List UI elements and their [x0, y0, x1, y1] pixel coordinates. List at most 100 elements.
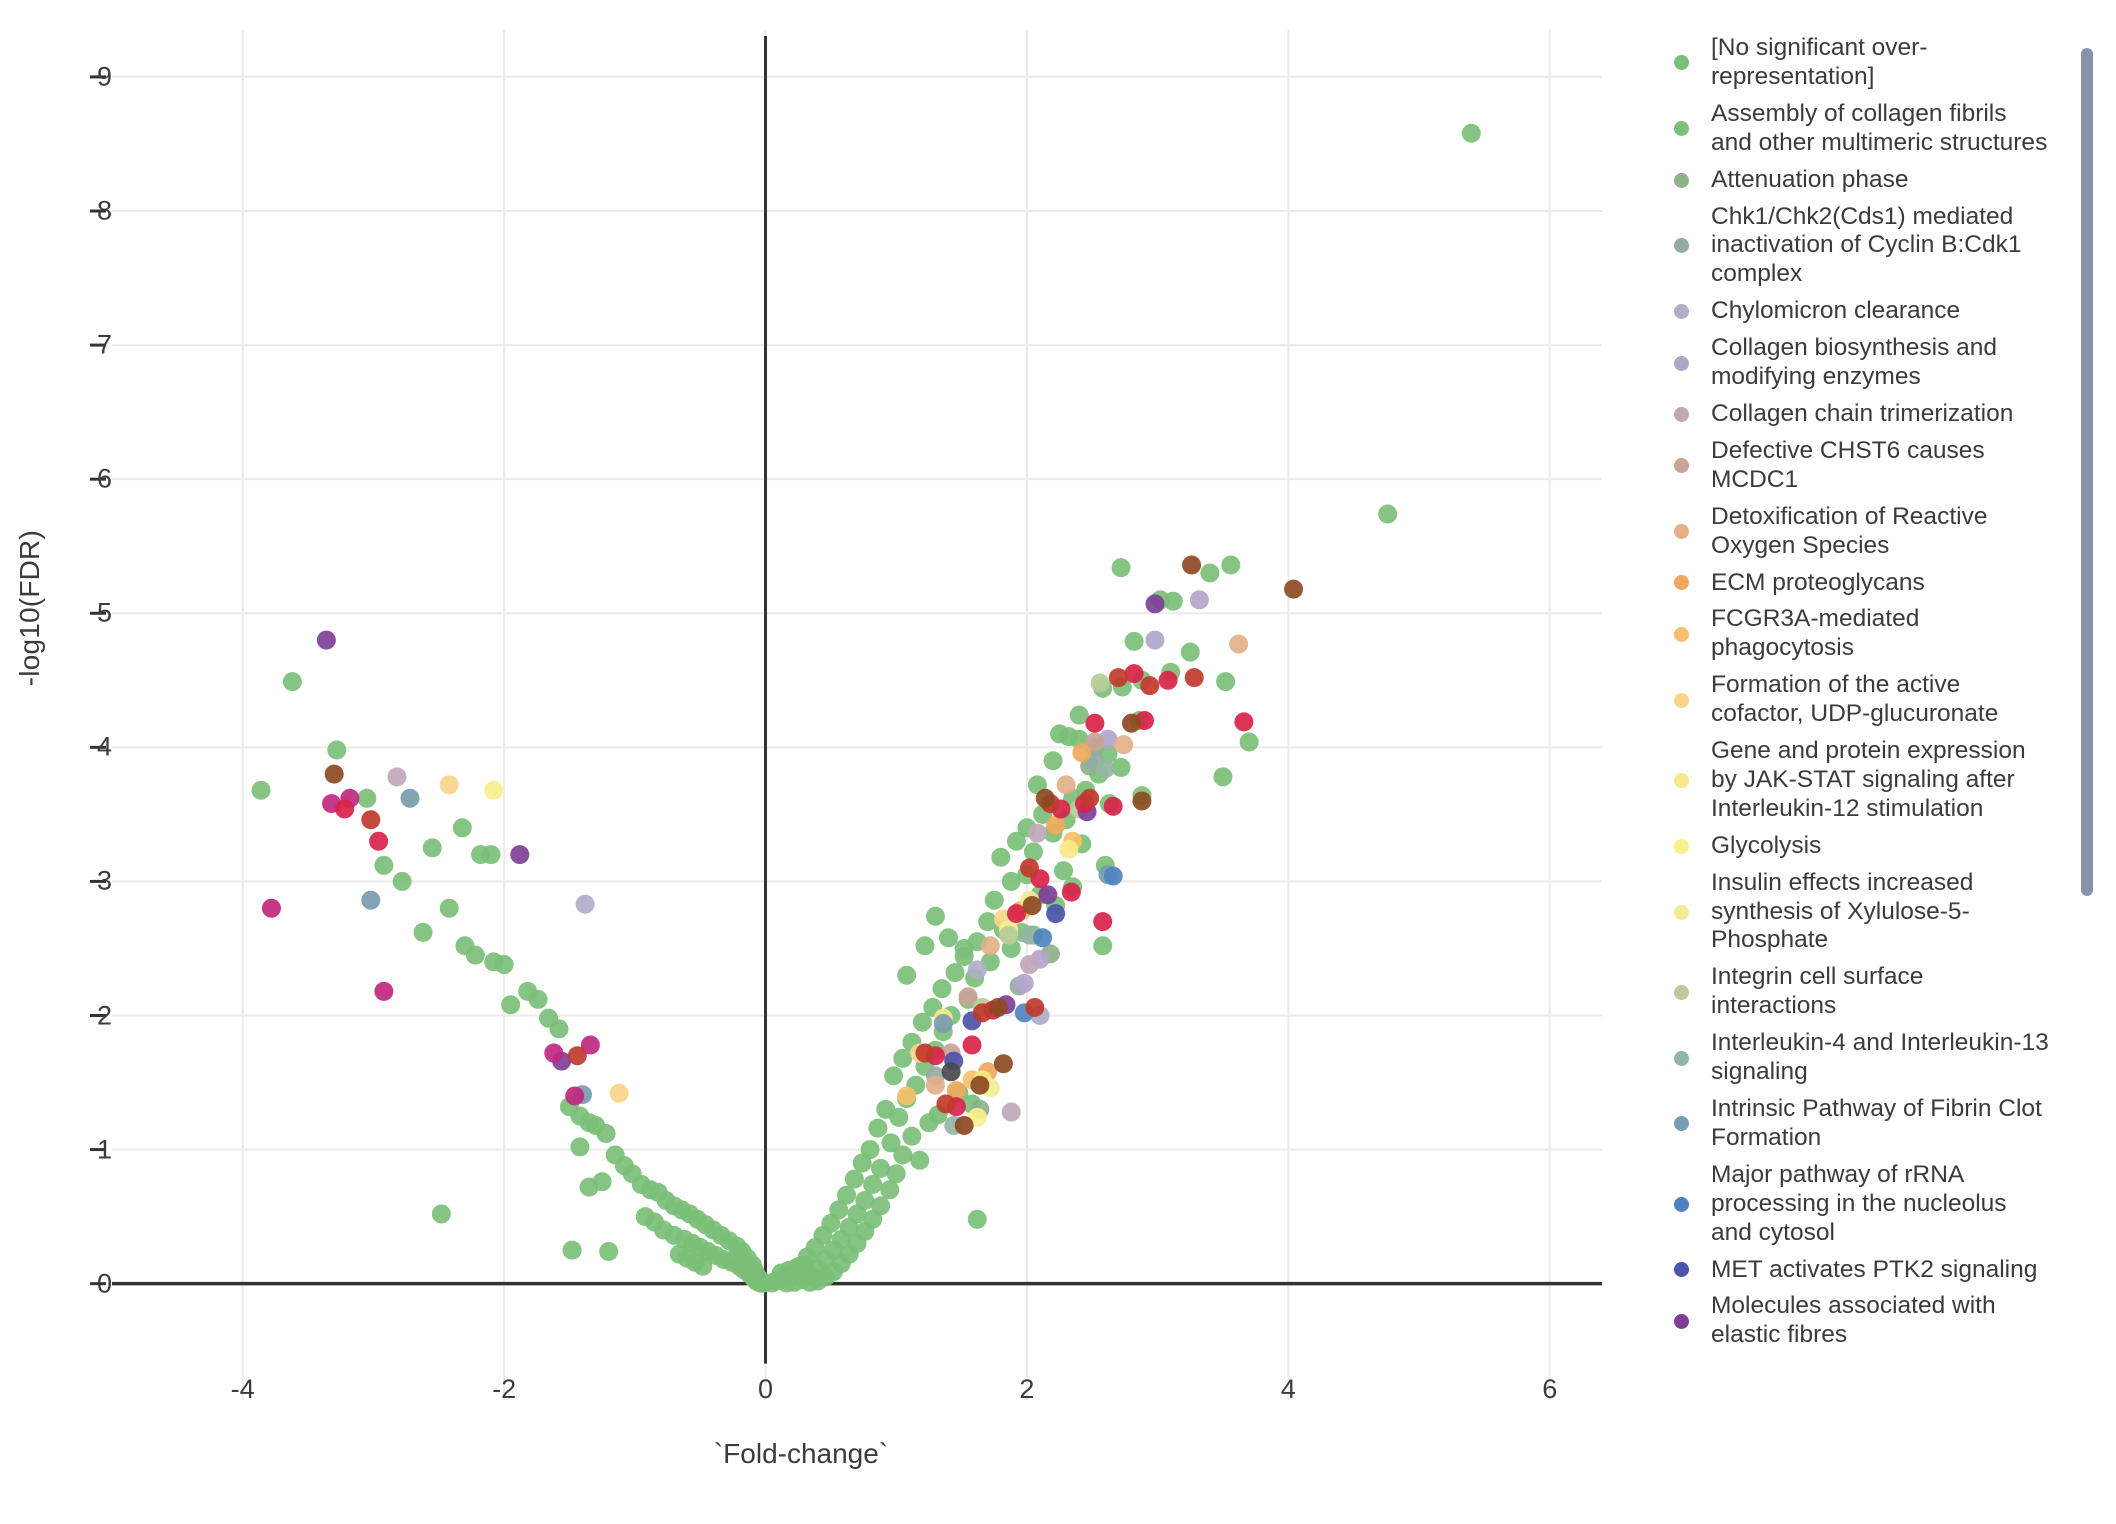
data-point[interactable] [863, 1174, 883, 1194]
data-point[interactable] [967, 960, 987, 980]
data-point[interactable] [1132, 791, 1152, 811]
legend-item[interactable]: Formation of the active cofactor, UDP-gl… [1660, 671, 2060, 729]
data-point[interactable] [1014, 973, 1034, 993]
legend-item[interactable]: Collagen chain trimerization [1660, 400, 2060, 429]
data-point[interactable] [1189, 590, 1209, 610]
legend-item[interactable]: Molecules associated with elastic fibres [1660, 1292, 2060, 1350]
data-point[interactable] [579, 1177, 599, 1197]
data-point[interactable] [1111, 558, 1131, 578]
data-point[interactable] [893, 1145, 913, 1165]
data-point[interactable] [1180, 642, 1200, 662]
data-point[interactable] [374, 981, 394, 1001]
data-point[interactable] [413, 922, 433, 942]
legend-item[interactable]: ECM proteoglycans [1660, 569, 2060, 598]
data-point[interactable] [991, 847, 1011, 867]
legend-item[interactable]: Glycolysis [1660, 832, 2060, 861]
data-point[interactable] [1114, 735, 1134, 755]
data-point[interactable] [316, 630, 336, 650]
data-point[interactable] [1072, 743, 1092, 763]
data-point[interactable] [361, 890, 381, 910]
data-point[interactable] [800, 1272, 820, 1292]
data-point[interactable] [369, 831, 389, 851]
data-point[interactable] [1093, 912, 1113, 932]
data-point[interactable] [962, 1035, 982, 1055]
data-point[interactable] [954, 938, 974, 958]
data-point[interactable] [1108, 668, 1128, 688]
data-point[interactable] [1140, 676, 1160, 696]
data-point[interactable] [1239, 732, 1259, 752]
data-point[interactable] [1184, 668, 1204, 688]
data-point[interactable] [374, 855, 394, 875]
data-point[interactable] [251, 780, 271, 800]
legend-item[interactable]: Gene and protein expression by JAK-STAT … [1660, 737, 2060, 824]
data-point[interactable] [897, 965, 917, 985]
data-point[interactable] [1213, 767, 1233, 787]
data-point[interactable] [1035, 788, 1055, 808]
data-point[interactable] [1027, 823, 1047, 843]
data-point[interactable] [484, 780, 504, 800]
data-point[interactable] [1158, 670, 1178, 690]
data-point[interactable] [1145, 594, 1165, 614]
legend-item[interactable]: Detoxification of Reactive Oxygen Specie… [1660, 503, 2060, 561]
data-point[interactable] [752, 1273, 772, 1293]
legend-item[interactable]: Attenuation phase [1660, 166, 2060, 195]
data-point[interactable] [938, 928, 958, 948]
data-point[interactable] [844, 1169, 864, 1189]
data-point[interactable] [1461, 123, 1481, 143]
legend-item[interactable]: Defective CHST6 causes MCDC1 [1660, 437, 2060, 495]
data-point[interactable] [925, 906, 945, 926]
data-point[interactable] [1093, 936, 1113, 956]
data-point[interactable] [1020, 858, 1040, 878]
data-point[interactable] [1200, 563, 1220, 583]
data-point[interactable] [549, 1019, 569, 1039]
data-point[interactable] [392, 871, 412, 891]
data-point[interactable] [1182, 555, 1202, 575]
legend-item[interactable]: Interleukin-4 and Interleukin-13 signali… [1660, 1029, 2060, 1087]
legend-item[interactable]: Chylomicron clearance [1660, 297, 2060, 326]
data-point[interactable] [941, 1062, 961, 1082]
data-point[interactable] [945, 963, 965, 983]
data-point[interactable] [510, 845, 530, 865]
data-point[interactable] [562, 1240, 582, 1260]
data-point[interactable] [565, 1086, 585, 1106]
data-point[interactable] [357, 788, 377, 808]
data-point[interactable] [544, 1043, 564, 1063]
data-point[interactable] [980, 936, 1000, 956]
data-point[interactable] [693, 1256, 713, 1276]
data-point[interactable] [912, 1012, 932, 1032]
data-point[interactable] [1001, 871, 1021, 891]
legend-panel[interactable]: [No significant over-representation] Asse… [1660, 34, 2060, 1474]
data-point[interactable] [932, 979, 952, 999]
legend-item[interactable]: Major pathway of rRNA processing in the … [1660, 1161, 2060, 1248]
data-point[interactable] [1025, 997, 1045, 1017]
data-point[interactable] [970, 1075, 990, 1095]
data-point[interactable] [1103, 796, 1123, 816]
legend-item[interactable]: Integrin cell surface interactions [1660, 963, 2060, 1021]
data-point[interactable] [261, 898, 281, 918]
data-point[interactable] [501, 995, 521, 1015]
legend-item[interactable]: Collagen biosynthesis and modifying enzy… [1660, 334, 2060, 392]
data-point[interactable] [1221, 555, 1241, 575]
data-point[interactable] [567, 1046, 587, 1066]
legend-item[interactable]: Assembly of collagen fibrils and other m… [1660, 100, 2060, 158]
data-point[interactable] [282, 672, 302, 692]
data-point[interactable] [1080, 788, 1100, 808]
data-point[interactable] [993, 1054, 1013, 1074]
data-point[interactable] [596, 1123, 616, 1143]
data-point[interactable] [1234, 712, 1254, 732]
data-point[interactable] [880, 1180, 900, 1200]
data-point[interactable] [422, 838, 442, 858]
data-point[interactable] [925, 1075, 945, 1095]
data-point[interactable] [1056, 775, 1076, 795]
data-point[interactable] [1378, 504, 1398, 524]
data-point[interactable] [915, 1043, 935, 1063]
data-point[interactable] [1095, 759, 1115, 779]
data-point[interactable] [1216, 672, 1236, 692]
data-point[interactable] [988, 997, 1008, 1017]
data-point[interactable] [884, 1066, 904, 1086]
legend-item[interactable]: MET activates PTK2 signaling [1660, 1256, 2060, 1285]
data-point[interactable] [431, 1204, 451, 1224]
data-point[interactable] [936, 1094, 956, 1114]
data-point[interactable] [999, 925, 1019, 945]
data-point[interactable] [335, 799, 355, 819]
